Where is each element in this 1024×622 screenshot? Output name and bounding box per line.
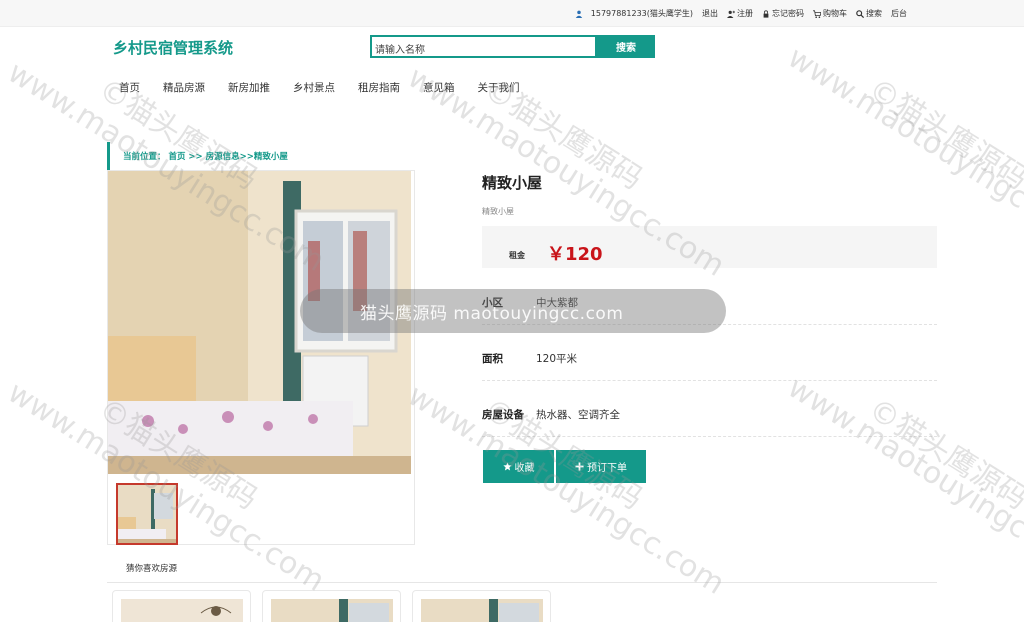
info-value: 热水器、空调齐全 [536, 409, 620, 421]
recommend-photo [271, 599, 393, 622]
site-logo[interactable]: 乡村民宿管理系统 [113, 37, 233, 58]
price-box: 租金 ￥120 [482, 226, 937, 268]
watermark-band: 猫头鹰源码 maotouyingcc.com [300, 289, 726, 333]
lock-icon [763, 9, 769, 18]
recommend-photo [421, 599, 543, 622]
user-link[interactable]: 15797881233(猫头鹰学生) [575, 8, 693, 19]
search-input[interactable]: 请输入名称 [370, 35, 597, 58]
search-icon [856, 9, 864, 18]
listing-subtitle: 精致小屋 [482, 207, 514, 216]
star-icon [502, 462, 512, 471]
user-plus-icon [727, 10, 735, 18]
nav-item-featured[interactable]: 精品房源 [163, 80, 205, 95]
recommend-card[interactable] [112, 590, 251, 622]
nav-item-feedback[interactable]: 意见箱 [423, 80, 455, 95]
recommend-card[interactable] [262, 590, 401, 622]
photo-gallery [107, 170, 415, 545]
price-label: 租金 [509, 251, 525, 260]
breadcrumb: 当前位置： 首页 >> 房源信息>>精致小屋 [107, 142, 288, 170]
cart-icon [813, 9, 821, 18]
book-button[interactable]: 预订下单 [556, 450, 646, 483]
logout-link[interactable]: 退出 [702, 8, 718, 19]
search-button[interactable]: 搜索 [597, 35, 655, 58]
backend-link[interactable]: 后台 [891, 8, 907, 19]
cart-link[interactable]: 购物车 [813, 8, 847, 19]
watermark-mark: ©猫头鹰源码 [862, 71, 1024, 197]
search-bar: 请输入名称 搜索 [370, 35, 655, 58]
price-value: ￥120 [547, 244, 603, 265]
watermark-text: www.maotouyingcc.com [781, 370, 1024, 594]
info-row-facilities: 房屋设备 热水器、空调齐全 [482, 407, 937, 437]
favorite-button[interactable]: 收藏 [483, 450, 554, 483]
top-bar: 15797881233(猫头鹰学生) 退出 注册 忘记密码 购物车 搜索 后台 [0, 0, 1024, 27]
listing-title: 精致小屋 [482, 174, 543, 192]
forgot-password-link[interactable]: 忘记密码 [762, 8, 804, 19]
info-value: 120平米 [536, 353, 578, 365]
recommend-divider [107, 582, 937, 583]
recommend-card[interactable] [412, 590, 551, 622]
nav-item-about[interactable]: 关于我们 [478, 80, 520, 95]
top-links: 15797881233(猫头鹰学生) 退出 注册 忘记密码 购物车 搜索 后台 [575, 8, 907, 19]
main-nav: 首页 精品房源 新房加推 乡村景点 租房指南 意见箱 关于我们 [119, 80, 543, 95]
nav-item-home[interactable]: 首页 [119, 80, 140, 95]
watermark-mark: ©猫头鹰源码 [862, 391, 1024, 517]
register-link[interactable]: 注册 [727, 8, 753, 19]
info-key: 房屋设备 [482, 409, 524, 421]
info-row-area: 面积 120平米 [482, 351, 937, 381]
gallery-thumbnail[interactable] [116, 483, 178, 545]
search-link[interactable]: 搜索 [856, 8, 882, 19]
plus-icon [575, 462, 584, 471]
user-icon [575, 10, 582, 18]
nav-item-guide[interactable]: 租房指南 [358, 80, 400, 95]
info-key: 面积 [482, 353, 503, 365]
nav-item-attractions[interactable]: 乡村景点 [293, 80, 335, 95]
recommend-title: 猜你喜欢房源 [126, 564, 178, 574]
user-name: 15797881233(猫头鹰学生) [590, 9, 693, 18]
recommend-photo [121, 599, 243, 622]
nav-item-new[interactable]: 新房加推 [228, 80, 270, 95]
